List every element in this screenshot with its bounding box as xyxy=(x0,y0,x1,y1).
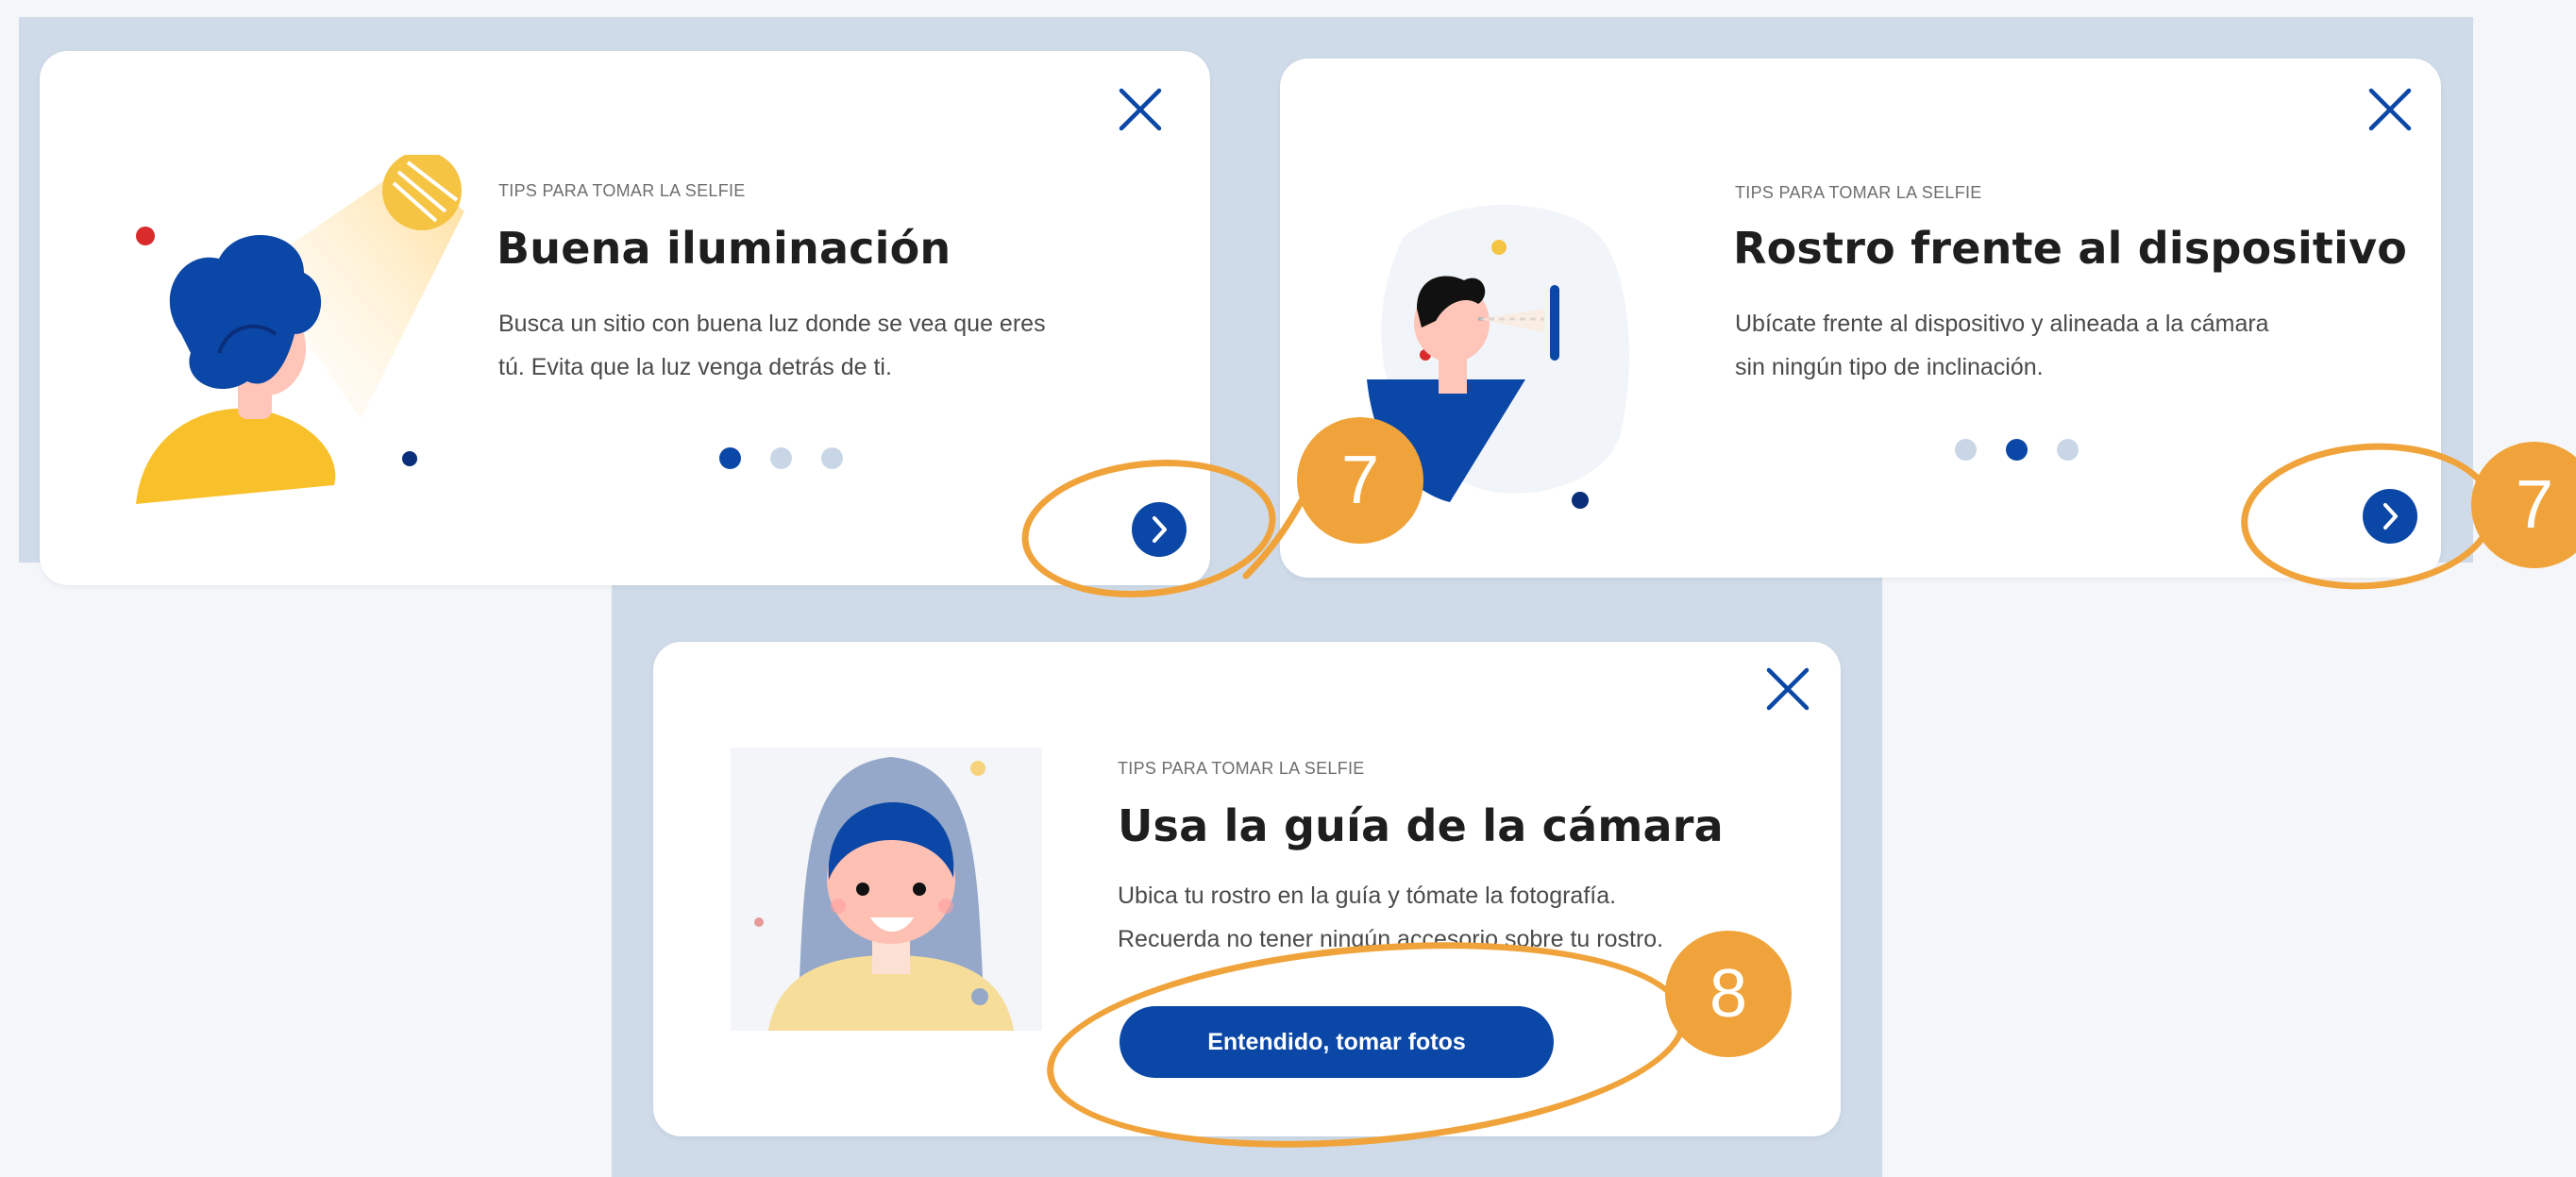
pagination-dot[interactable] xyxy=(770,447,792,469)
close-icon[interactable] xyxy=(1761,663,1814,715)
pagination-dots xyxy=(1955,439,2079,461)
card-eyebrow: TIPS PARA TOMAR LA SELFIE xyxy=(498,181,746,200)
card-eyebrow: TIPS PARA TOMAR LA SELFIE xyxy=(1118,759,1365,778)
card-description-line: sin ningún tipo de inclinación. xyxy=(1735,354,2044,380)
pagination-dot[interactable] xyxy=(1955,439,1977,461)
card-title: Usa la guía de la cámara xyxy=(1118,800,1724,851)
annotation-badge: 8 xyxy=(1665,931,1792,1057)
pagination-dot[interactable] xyxy=(821,447,843,469)
card-eyebrow: TIPS PARA TOMAR LA SELFIE xyxy=(1735,183,1982,202)
pagination-dots xyxy=(719,447,843,469)
close-icon[interactable] xyxy=(2364,83,2416,136)
card-description-line: Busca un sitio con buena luz donde se ve… xyxy=(498,311,1046,337)
card-title: Rostro frente al dispositivo xyxy=(1733,223,2408,274)
lighting-illustration xyxy=(136,155,464,504)
card-description-line: Ubica tu rostro en la guía y tómate la f… xyxy=(1118,883,1617,909)
annotation-badge: 7 xyxy=(1297,417,1423,544)
pagination-dot-active[interactable] xyxy=(719,447,741,469)
close-icon[interactable] xyxy=(1114,83,1167,136)
pagination-dot[interactable] xyxy=(2057,439,2079,461)
card-description: Ubícate frente al dispositivo y alineada… xyxy=(1735,302,2269,389)
annotation-badge: 7 xyxy=(2471,442,2576,568)
tip-card-lighting: TIPS PARA TOMAR LA SELFIE Buena iluminac… xyxy=(40,51,1210,585)
camera-guide-illustration xyxy=(731,748,1042,1031)
card-description-line: Ubícate frente al dispositivo y alineada… xyxy=(1735,311,2269,337)
pagination-dot-active[interactable] xyxy=(2006,439,2028,461)
card-description: Busca un sitio con buena luz donde se ve… xyxy=(498,302,1046,389)
card-description-line: tú. Evita que la luz venga detrás de ti. xyxy=(498,354,892,380)
card-title: Buena iluminación xyxy=(497,223,951,274)
